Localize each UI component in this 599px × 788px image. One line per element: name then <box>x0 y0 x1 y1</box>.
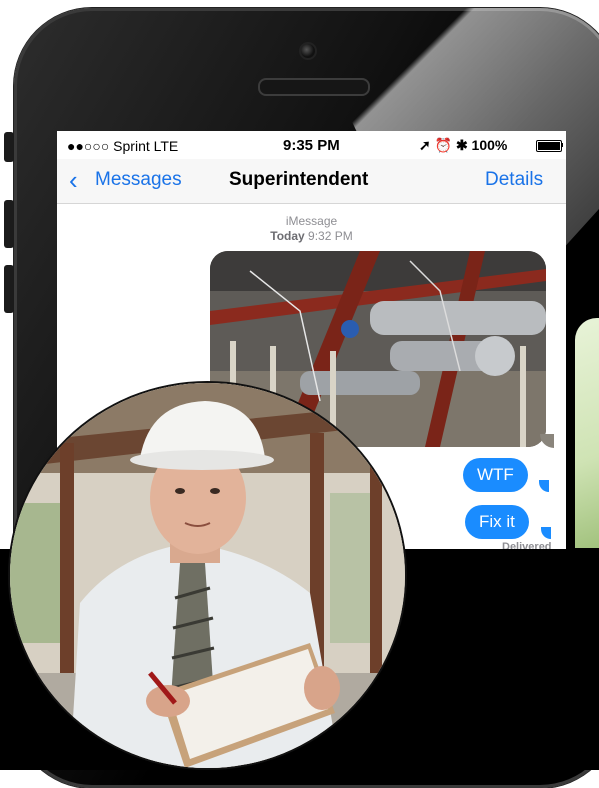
message-bubble-fix-it[interactable]: Fix it <box>465 505 529 539</box>
details-button[interactable]: Details <box>485 169 543 191</box>
conversation-title: Superintendent <box>229 169 369 190</box>
carrier-signal: ●●○○○ Sprint LTE <box>67 138 179 154</box>
thread-header: iMessage Today 9:32 PM <box>57 214 566 244</box>
bubble-tail <box>541 527 551 539</box>
thread-day: Today <box>270 229 305 243</box>
chevron-left-icon[interactable]: ‹ <box>69 167 78 193</box>
status-icons: ➚ ⏰ ✱ 100% <box>419 137 508 153</box>
battery-icon <box>536 140 562 152</box>
navigation-bar: ‹ Messages Superintendent Details <box>57 159 566 204</box>
photo-bubble-tail <box>540 434 554 448</box>
superintendent-illustration <box>10 383 405 768</box>
volume-down-button <box>4 265 14 313</box>
service-label: iMessage <box>285 214 338 228</box>
delivered-status: Delivered <box>502 541 552 549</box>
mute-switch <box>4 132 14 162</box>
volume-up-button <box>4 200 14 248</box>
status-time: 9:35 PM <box>283 137 340 154</box>
battery-tip <box>561 143 563 147</box>
status-bar: ●●○○○ Sprint LTE 9:35 PM ➚ ⏰ ✱ 100% <box>57 131 566 159</box>
earpiece-speaker <box>258 78 370 96</box>
thread-timestamp: Today 9:32 PM <box>57 229 566 244</box>
battery-fill <box>538 142 560 150</box>
superintendent-photo <box>10 383 405 768</box>
second-phone-screen <box>575 318 599 548</box>
bubble-tail <box>539 480 549 492</box>
message-bubble-wtf[interactable]: WTF <box>463 458 528 492</box>
thread-time: 9:32 PM <box>308 229 353 243</box>
front-camera <box>299 42 317 60</box>
back-button[interactable]: Messages <box>95 169 182 191</box>
